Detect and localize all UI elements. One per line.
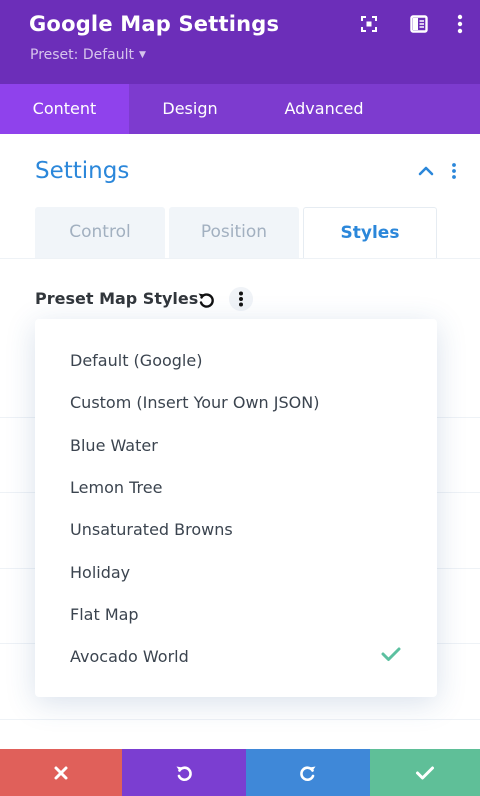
field-label: Preset Map Styles — [35, 289, 199, 308]
section-more-icon[interactable] — [447, 162, 461, 180]
subtab-control[interactable]: Control — [35, 207, 165, 258]
preset-selector[interactable]: Preset: Default ▼ — [30, 47, 146, 63]
subtab-divider — [0, 258, 480, 259]
redo-icon — [300, 765, 316, 781]
dropdown-option[interactable]: Flat Map — [70, 605, 139, 624]
save-button[interactable] — [370, 749, 480, 796]
dropdown-option[interactable]: Blue Water — [70, 436, 158, 455]
action-bar — [0, 749, 480, 796]
dropdown-option[interactable]: Default (Google) — [70, 351, 202, 370]
dropdown-option[interactable]: Lemon Tree — [70, 478, 162, 497]
cancel-button[interactable] — [0, 749, 122, 796]
modal-header: Google Map Settings Preset: Default ▼ — [0, 0, 480, 84]
redo-button[interactable] — [246, 749, 370, 796]
section-title: Settings — [35, 158, 130, 184]
dropdown-option[interactable]: Custom (Insert Your Own JSON) — [70, 393, 319, 412]
chevron-up-icon[interactable] — [415, 162, 437, 180]
divider — [0, 719, 480, 720]
preset-label: Preset: Default — [30, 47, 134, 63]
tab-content[interactable]: Content — [0, 84, 129, 134]
field-more-icon[interactable] — [229, 287, 253, 311]
undo-icon — [176, 765, 192, 781]
tab-design[interactable]: Design — [129, 84, 251, 134]
sidebar-layout-icon[interactable] — [407, 12, 431, 36]
dropdown-option[interactable]: Holiday — [70, 563, 130, 582]
main-tabs: Content Design Advanced — [0, 84, 480, 134]
checkmark-icon — [381, 647, 401, 661]
modal-title: Google Map Settings — [29, 12, 280, 36]
checkmark-icon — [416, 766, 434, 779]
subtab-position[interactable]: Position — [169, 207, 299, 258]
focus-icon[interactable] — [357, 12, 381, 36]
dropdown-option[interactable]: Unsaturated Browns — [70, 520, 233, 539]
subtab-styles[interactable]: Styles — [303, 207, 437, 258]
more-vertical-icon[interactable] — [448, 12, 472, 36]
tab-advanced[interactable]: Advanced — [251, 84, 397, 134]
undo-button[interactable] — [122, 749, 246, 796]
dropdown-option-selected[interactable]: Avocado World — [70, 647, 189, 666]
settings-panel: Settings Control Position Styles Preset … — [0, 134, 480, 749]
caret-down-icon: ▼ — [138, 50, 146, 60]
map-style-dropdown[interactable]: Default (Google) Custom (Insert Your Own… — [35, 319, 437, 697]
reset-icon[interactable] — [195, 289, 217, 311]
close-icon — [54, 766, 68, 779]
